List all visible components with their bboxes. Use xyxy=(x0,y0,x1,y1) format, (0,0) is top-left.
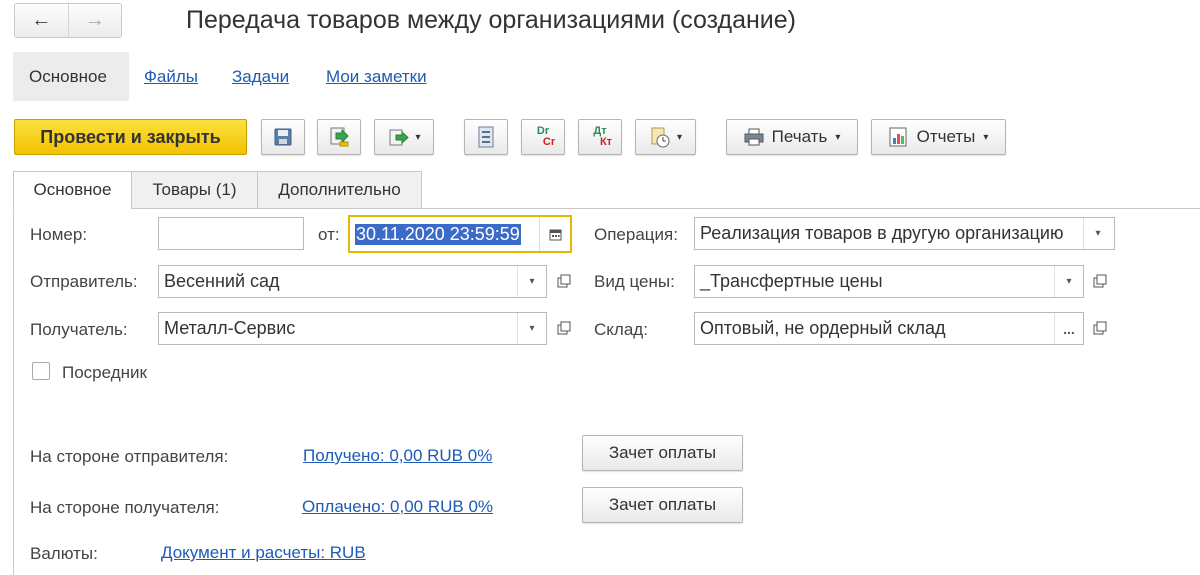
arrow-right-icon: → xyxy=(84,9,105,31)
chevron-down-icon: ▾ xyxy=(983,131,989,143)
post-document-icon xyxy=(330,127,349,147)
print-button[interactable]: Печать ▾ xyxy=(726,119,858,155)
calendar-button[interactable] xyxy=(539,217,570,251)
save-button[interactable] xyxy=(261,119,305,155)
intermediary-checkbox[interactable] xyxy=(32,362,50,380)
section-tab-tasks[interactable]: Задачи xyxy=(232,67,289,87)
section-tab-main[interactable]: Основное xyxy=(29,67,107,87)
structure-button[interactable] xyxy=(464,119,508,155)
tab-additional[interactable]: Дополнительно xyxy=(257,171,422,209)
chevron-down-icon[interactable]: ▾ xyxy=(517,313,546,344)
receiver-side-label: На стороне получателя: xyxy=(30,498,220,517)
price-type-label: Вид цены: xyxy=(594,272,675,291)
section-tab-notes[interactable]: Мои заметки xyxy=(326,67,427,87)
sender-payment-offset-button[interactable]: Зачет оплаты xyxy=(582,435,743,471)
receiver-payment-offset-button[interactable]: Зачет оплаты xyxy=(582,487,743,523)
receiver-label: Получатель: xyxy=(30,320,128,339)
forward-button[interactable]: → xyxy=(67,4,122,37)
chevron-down-icon: ▾ xyxy=(835,131,841,143)
history-nav: ← → xyxy=(14,3,122,38)
price-type-open-button[interactable] xyxy=(1088,266,1112,296)
operation-label: Операция: xyxy=(594,225,678,244)
post-and-close-button[interactable]: Провести и закрыть xyxy=(14,119,247,155)
printer-icon xyxy=(744,128,764,146)
open-window-icon xyxy=(1093,321,1107,335)
number-field[interactable] xyxy=(158,217,304,250)
date-value: 30.11.2020 23:59:59 xyxy=(355,223,521,245)
section-tab-files[interactable]: Файлы xyxy=(144,67,198,87)
receiver-select[interactable]: Металл-Сервис ▾ xyxy=(158,312,547,345)
warehouse-label: Склад: xyxy=(594,320,648,339)
open-window-icon xyxy=(557,274,571,288)
ellipsis-icon[interactable]: ... xyxy=(1054,313,1083,344)
chevron-down-icon[interactable]: ▾ xyxy=(1054,266,1083,297)
receiver-value: Металл-Сервис xyxy=(164,318,296,338)
list-icon xyxy=(478,126,494,148)
number-label: Номер: xyxy=(30,225,88,244)
warehouse-open-button[interactable] xyxy=(1088,313,1112,343)
receiver-paid-link[interactable]: Оплачено: 0,00 RUB 0% xyxy=(302,497,493,517)
open-window-icon xyxy=(1093,274,1107,288)
print-label: Печать xyxy=(771,127,828,146)
chevron-down-icon[interactable]: ▾ xyxy=(1083,218,1112,249)
warehouse-select[interactable]: Оптовый, не ордерный склад ... xyxy=(694,312,1084,345)
price-type-value: _Трансфертные цены xyxy=(700,271,883,291)
cr-icon: Cr xyxy=(542,136,556,148)
currency-label: Валюты: xyxy=(30,544,98,563)
operation-select[interactable]: Реализация товаров в другую организацию … xyxy=(694,217,1115,250)
date-label: от: xyxy=(318,225,340,244)
price-type-select[interactable]: _Трансфертные цены ▾ xyxy=(694,265,1084,298)
receiver-open-button[interactable] xyxy=(552,313,576,343)
chevron-down-icon: ▾ xyxy=(415,131,421,143)
sender-label: Отправитель: xyxy=(30,272,138,291)
sender-value: Весенний сад xyxy=(164,271,280,291)
sender-open-button[interactable] xyxy=(552,266,576,296)
tab-main[interactable]: Основное xyxy=(13,171,132,209)
create-based-on-button[interactable]: ▾ xyxy=(374,119,434,155)
chevron-down-icon: ▾ xyxy=(676,131,683,143)
chevron-down-icon[interactable]: ▾ xyxy=(517,266,546,297)
date-field[interactable]: 30.11.2020 23:59:59 xyxy=(348,215,572,253)
warehouse-value: Оптовый, не ордерный склад xyxy=(700,318,946,338)
create-based-icon xyxy=(389,129,410,146)
dt-kt-button[interactable]: Дт Кт xyxy=(578,119,622,155)
reports-label: Отчеты xyxy=(916,127,976,146)
post-button[interactable] xyxy=(317,119,361,155)
page-title: Передача товаров между организациями (со… xyxy=(186,6,796,34)
floppy-disk-icon xyxy=(274,128,292,146)
tab-goods[interactable]: Товары (1) xyxy=(131,171,258,209)
open-window-icon xyxy=(557,321,571,335)
dr-cr-button[interactable]: Dr Cr xyxy=(521,119,565,155)
sender-select[interactable]: Весенний сад ▾ xyxy=(158,265,547,298)
history-button[interactable]: ▾ xyxy=(635,119,696,155)
tab-panel-border xyxy=(13,208,14,575)
reports-button[interactable]: Отчеты ▾ xyxy=(871,119,1006,155)
currency-link[interactable]: Документ и расчеты: RUB xyxy=(161,543,366,563)
back-button[interactable]: ← xyxy=(15,4,68,37)
arrow-left-icon: ← xyxy=(31,9,52,31)
kt-icon: Кт xyxy=(599,136,613,148)
sender-received-link[interactable]: Получено: 0,00 RUB 0% xyxy=(303,446,492,466)
intermediary-label: Посредник xyxy=(62,363,147,382)
operation-value: Реализация товаров в другую организацию xyxy=(700,223,1064,243)
report-chart-icon xyxy=(889,127,907,147)
calendar-icon xyxy=(549,229,561,240)
document-clock-icon xyxy=(651,127,670,148)
sender-side-label: На стороне отправителя: xyxy=(30,447,229,466)
